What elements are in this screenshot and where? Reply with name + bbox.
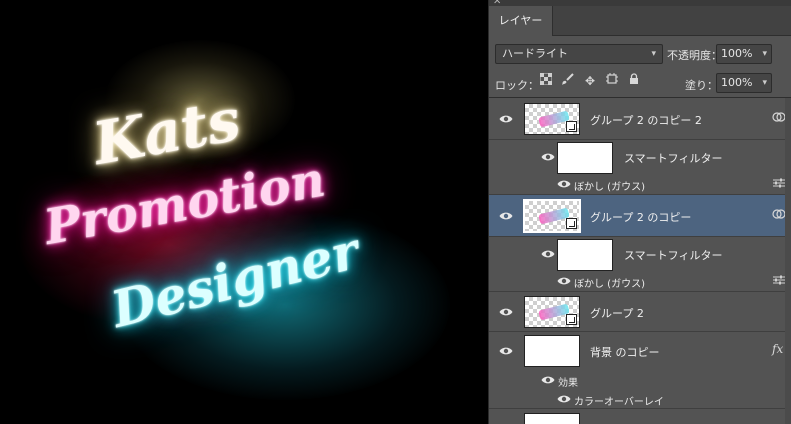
fill-value: 100% [721,76,753,89]
chevron-down-icon: ▾ [762,49,767,59]
eye-icon[interactable] [557,394,571,404]
layer-row[interactable]: グループ 2 のコピー 2 [489,98,791,140]
eye-icon[interactable] [499,346,513,356]
filter-options-icon[interactable] [773,178,785,191]
filter-effect-row[interactable]: ぼかし (ガウス) [489,271,791,292]
artboard-lock-icon[interactable] [604,73,620,89]
eye-icon[interactable] [499,307,513,317]
smart-filter-row[interactable]: スマートフィルター [489,237,791,271]
layer-name: グループ 2 のコピー 2 [590,114,702,127]
filter-mask-thumbnail [557,239,613,271]
layers-panel: ✕ レイヤー ハードライト ▾ 不透明度： 100% ▾ ロック： ✥ 塗り： … [488,0,791,424]
linked-circles-icon [772,208,786,223]
smart-object-icon [566,314,577,325]
smart-object-icon [566,218,577,229]
fx-icon[interactable]: fx [772,342,783,356]
color-overlay-label: カラーオーバーレイ [574,397,664,408]
gaussian-blur-label: ぼかし (ガウス) [574,279,645,290]
layer-name: グループ 2 のコピー [590,211,692,224]
checkerboard-lock-icon[interactable] [538,72,554,89]
panel-tab-bar: レイヤー [489,6,791,36]
blend-mode-select[interactable]: ハードライト ▾ [495,44,663,64]
smart-object-icon [566,121,577,132]
filter-options-icon[interactable] [773,275,785,288]
fill-field[interactable]: 100% ▾ [716,73,772,93]
layer-row[interactable]: グループ 2 [489,292,791,332]
document-canvas[interactable]: Kats Promotion Designer [0,0,488,424]
linked-circles-icon [772,111,786,126]
eye-icon[interactable] [499,211,513,221]
layer-thumbnail [524,413,580,424]
smart-filter-label: スマートフィルター [624,249,723,262]
smart-filter-row[interactable]: スマートフィルター [489,140,791,174]
padlock-icon[interactable] [626,73,642,89]
filter-mask-thumbnail [557,142,613,174]
effect-item-row[interactable]: カラーオーバーレイ [489,389,791,409]
tab-layers[interactable]: レイヤー [489,6,553,36]
layer-name: グループ 2 [590,307,644,320]
gaussian-blur-label: ぼかし (ガウス) [574,182,645,193]
lock-label: ロック： [495,79,539,92]
brush-lock-icon[interactable] [560,73,576,89]
chevron-down-icon: ▾ [762,78,767,88]
layer-thumbnail [524,335,580,367]
eye-icon[interactable] [541,152,555,162]
eye-icon[interactable] [541,249,555,259]
layer-row[interactable]: 背景 のコピー fx [489,332,791,370]
opacity-value: 100% [721,47,753,60]
fill-label: 塗り： [685,79,718,92]
effects-label: 効果 [558,378,578,389]
layer-thumbnail [524,296,580,328]
eye-icon[interactable] [499,114,513,124]
chevron-down-icon: ▾ [651,49,656,59]
move-lock-icon[interactable]: ✥ [582,73,598,89]
layer-thumbnail [524,103,580,135]
opacity-label: 不透明度： [667,49,722,62]
layer-name: 背景 のコピー [590,346,660,359]
smart-filter-label: スマートフィルター [624,152,723,165]
layer-row[interactable] [489,409,791,424]
layer-thumbnail [523,199,581,233]
eye-icon[interactable] [541,375,555,385]
filter-effect-row[interactable]: ぼかし (ガウス) [489,174,791,195]
effects-row[interactable]: 効果 [489,370,791,389]
panel-scrollbar[interactable] [785,98,791,424]
opacity-field[interactable]: 100% ▾ [716,44,772,64]
eye-icon[interactable] [557,276,571,286]
layer-row-selected[interactable]: グループ 2 のコピー [489,195,791,237]
blend-mode-value: ハードライト [502,47,568,60]
eye-icon[interactable] [557,179,571,189]
